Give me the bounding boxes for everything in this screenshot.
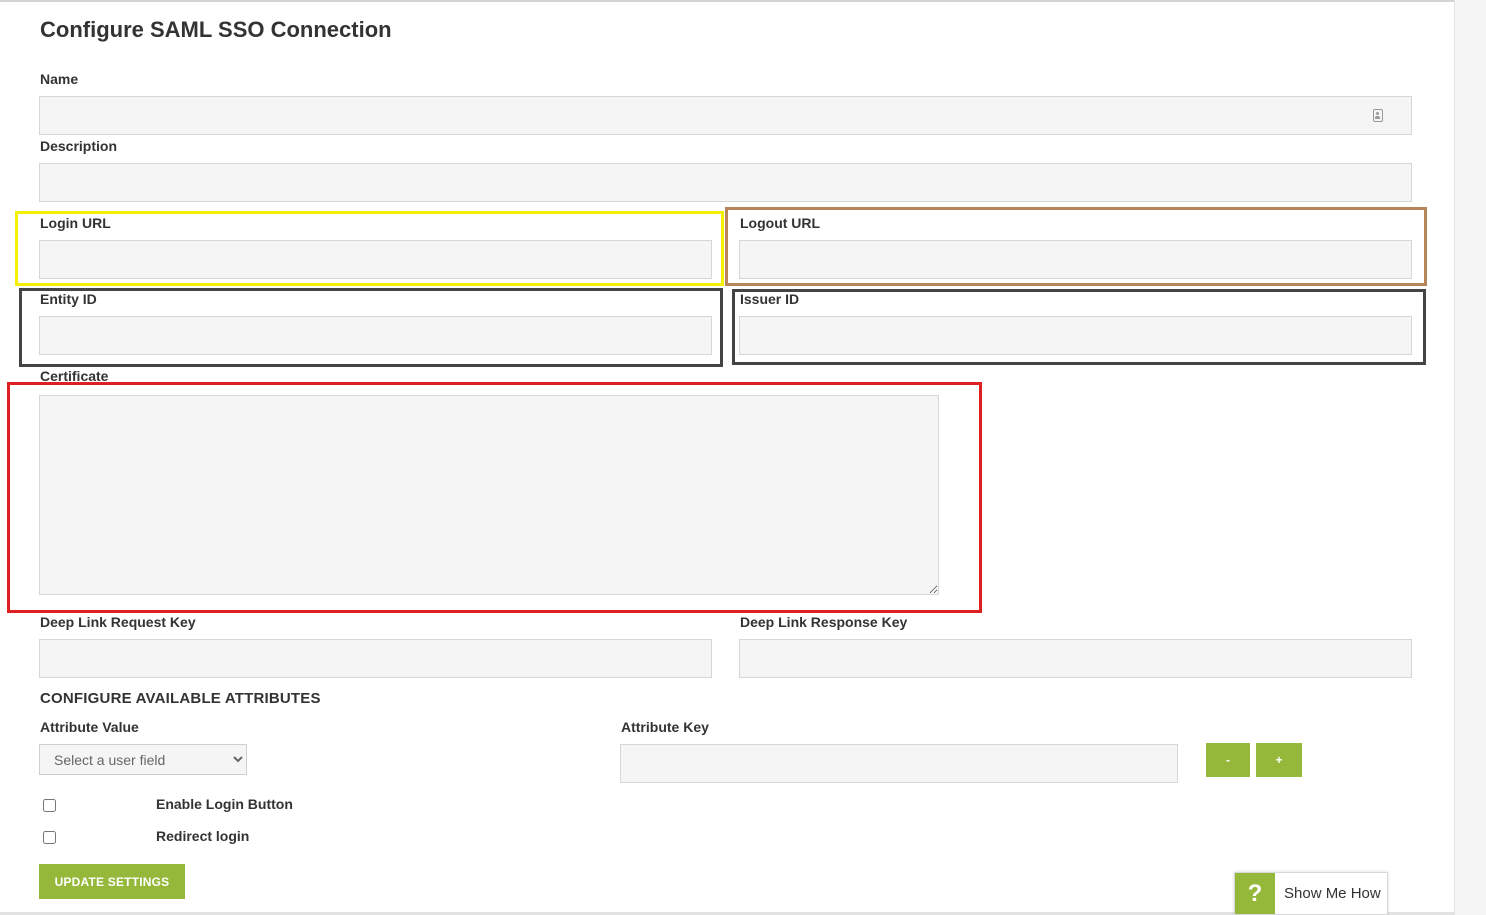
logout-url-label: Logout URL (740, 215, 821, 231)
show-me-how-label[interactable]: Show Me How (1275, 873, 1387, 914)
name-input[interactable] (39, 96, 1412, 135)
redirect-login-label: Redirect login (156, 828, 250, 844)
deep-link-request-key-input[interactable] (39, 639, 712, 678)
description-label: Description (40, 138, 118, 154)
deep-link-response-key-label: Deep Link Response Key (740, 614, 908, 630)
certificate-textarea[interactable] (39, 395, 939, 595)
attribute-key-input[interactable] (620, 744, 1178, 783)
entity-id-input[interactable] (39, 316, 712, 355)
issuer-id-input[interactable] (739, 316, 1412, 355)
issuer-id-label: Issuer ID (740, 291, 800, 307)
add-attribute-button[interactable]: + (1256, 743, 1302, 777)
redirect-login-checkbox[interactable] (43, 831, 56, 844)
update-settings-button[interactable]: UPDATE SETTINGS (39, 864, 185, 899)
logout-url-input[interactable] (739, 240, 1412, 279)
deep-link-request-key-label: Deep Link Request Key (40, 614, 196, 630)
page-title: Configure SAML SSO Connection (40, 17, 392, 42)
scrollbar-track[interactable] (1454, 0, 1486, 915)
attribute-value-select[interactable]: Select a user field (39, 744, 247, 775)
question-mark-icon[interactable]: ? (1235, 873, 1275, 914)
show-me-how-widget[interactable]: ? Show Me How (1234, 872, 1388, 915)
remove-attribute-button[interactable]: - (1206, 743, 1250, 777)
description-input[interactable] (39, 163, 1412, 202)
attribute-value-label: Attribute Value (40, 719, 139, 735)
top-divider (0, 0, 1454, 2)
enable-login-button-label: Enable Login Button (156, 796, 293, 812)
name-label: Name (40, 71, 79, 87)
login-url-input[interactable] (39, 240, 712, 279)
certificate-label: Certificate (40, 368, 109, 384)
entity-id-label: Entity ID (40, 291, 97, 307)
contact-card-icon[interactable] (1373, 109, 1383, 122)
attributes-heading: CONFIGURE AVAILABLE ATTRIBUTES (40, 690, 321, 707)
attribute-key-label: Attribute Key (621, 719, 709, 735)
deep-link-response-key-input[interactable] (739, 639, 1412, 678)
login-url-label: Login URL (40, 215, 111, 231)
enable-login-button-checkbox[interactable] (43, 799, 56, 812)
